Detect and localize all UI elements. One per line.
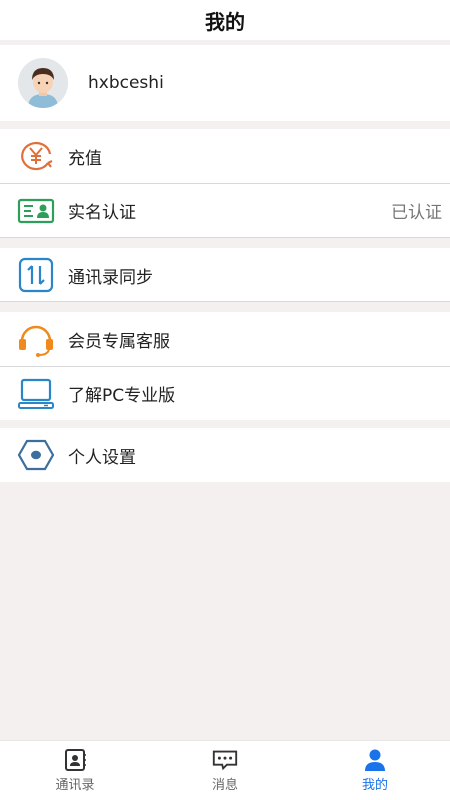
tab-messages[interactable]: 消息 [150,741,300,800]
chat-bubble-icon [211,748,239,772]
hexagon-gear-icon [17,436,55,474]
menu-item-verify[interactable]: 实名认证 已认证 [0,183,450,237]
sync-arrows-icon [17,256,55,294]
menu-item-recharge[interactable]: 充值 [0,129,450,183]
yen-circle-icon [17,137,55,175]
headset-icon [17,320,55,358]
menu-group-support: 会员专属客服 了解PC专业版 [0,312,450,420]
verify-status: 已认证 [391,203,442,223]
menu-item-pc[interactable]: 了解PC专业版 [0,366,450,420]
menu-group-sync: 通讯录同步 [0,248,450,302]
menu-label-pc: 了解PC专业版 [68,386,176,406]
top-bar: 我的 [0,0,450,40]
menu-group-settings: 个人设置 [0,428,450,482]
menu-label-verify: 实名认证 [68,203,136,223]
menu-label-sync: 通讯录同步 [68,267,153,288]
laptop-icon [17,375,55,413]
username: hxbceshi [88,73,164,93]
menu-item-service[interactable]: 会员专属客服 [0,312,450,366]
menu-group-account: 充值 实名认证 已认证 [0,129,450,238]
tab-label-contacts: 通讯录 [55,778,95,793]
tab-label-messages: 消息 [211,778,238,793]
contacts-book-icon [61,748,89,772]
page-title: 我的 [205,9,245,34]
profile-card[interactable]: hxbceshi [0,45,450,121]
tab-mine[interactable]: 我的 [300,741,450,800]
tab-label-mine: 我的 [361,778,388,793]
id-card-icon [17,192,55,230]
menu-label-recharge: 充值 [68,148,102,169]
avatar[interactable] [18,58,68,108]
person-icon [361,748,389,772]
bottom-tab-bar: 通讯录 消息 我的 [0,740,450,800]
menu-label-settings: 个人设置 [68,447,136,468]
tab-contacts[interactable]: 通讯录 [0,741,150,800]
menu-label-service: 会员专属客服 [68,331,170,352]
menu-item-settings[interactable]: 个人设置 [0,428,450,482]
menu-item-sync[interactable]: 通讯录同步 [0,248,450,302]
